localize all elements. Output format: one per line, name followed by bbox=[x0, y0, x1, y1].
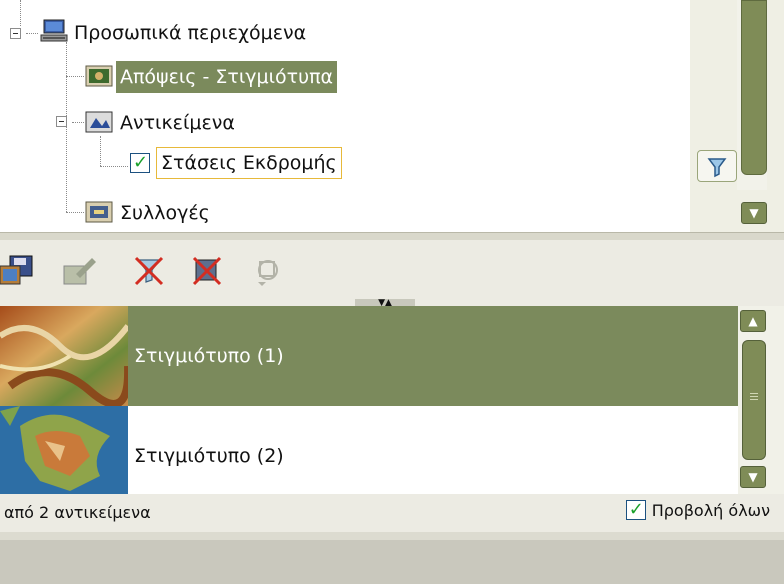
list-scrollbar-thumb[interactable] bbox=[742, 340, 766, 460]
tree-scroll-down-button[interactable]: ▼ bbox=[741, 202, 767, 224]
tree-line bbox=[66, 76, 84, 77]
folder-collections-icon bbox=[84, 198, 116, 229]
computer-icon bbox=[40, 18, 70, 49]
tree-item-label: Αντικείμενα bbox=[120, 112, 235, 134]
snapshot-thumbnail bbox=[0, 406, 128, 506]
tree-line bbox=[100, 166, 128, 167]
tree-item-objects[interactable]: Αντικείμενα bbox=[84, 106, 239, 140]
trip-stops-checkbox[interactable]: ✓ bbox=[130, 153, 150, 173]
delete-snapshot-icon[interactable] bbox=[190, 254, 226, 288]
tree-item-views-snapshots[interactable]: Απόψεις - Στιγμιότυπα bbox=[84, 60, 338, 94]
tree-item-label: Συλλογές bbox=[120, 202, 210, 224]
tree-item-personal-content[interactable]: Προσωπικά περιεχόμενα bbox=[40, 16, 310, 50]
list-scrollbar[interactable]: ▲ ▼ bbox=[738, 306, 784, 494]
folder-views-icon bbox=[84, 62, 116, 93]
bottom-strip bbox=[0, 540, 784, 584]
layers-icon[interactable] bbox=[252, 254, 288, 288]
tree-scrollbar-thumb[interactable] bbox=[741, 0, 767, 175]
tree-panel: Προσωπικά περιεχόμενα Απόψεις - Στιγμιότ… bbox=[0, 0, 690, 232]
tree-line bbox=[100, 136, 101, 166]
tree-line bbox=[26, 33, 38, 34]
snapshot-thumbnail bbox=[0, 306, 133, 408]
edit-snapshot-icon[interactable] bbox=[62, 254, 98, 288]
list-item[interactable]: Στιγμιότυπο (1) bbox=[0, 306, 738, 408]
show-all-label: Προβολή όλων bbox=[651, 500, 770, 520]
remove-filter-icon[interactable] bbox=[132, 254, 168, 288]
tree-line bbox=[66, 42, 67, 212]
tree-item-trip-stops[interactable]: ✓ Στάσεις Εκδρομής bbox=[130, 146, 342, 180]
item-count-text: από 2 αντικείμενα bbox=[4, 503, 151, 522]
tree-line bbox=[72, 122, 84, 123]
tree-item-collections[interactable]: Συλλογές bbox=[84, 196, 214, 230]
list-item[interactable]: Στιγμιότυπο (2) bbox=[0, 406, 738, 506]
tree-item-label: Στάσεις Εκδρομής bbox=[156, 147, 342, 179]
list-scroll-up-button[interactable]: ▲ bbox=[740, 310, 766, 332]
list-item-label: Στιγμιότυπο (2) bbox=[134, 445, 284, 467]
toolbar bbox=[0, 240, 784, 306]
filter-icon bbox=[707, 158, 727, 178]
status-bar: από 2 αντικείμενα ✓ Προβολή όλων bbox=[0, 494, 784, 533]
list-scroll-down-button[interactable]: ▼ bbox=[740, 466, 766, 488]
show-all-toggle[interactable]: ✓ Προβολή όλων bbox=[625, 500, 770, 520]
collapse-toggle[interactable] bbox=[56, 116, 67, 127]
tree-item-label: Προσωπικά περιεχόμενα bbox=[74, 22, 307, 44]
tree-item-label: Απόψεις - Στιγμιότυπα bbox=[116, 61, 338, 93]
snapshot-list: Στιγμιότυπο (1) Στιγμιότυπο (2) bbox=[0, 306, 738, 496]
folder-objects-icon bbox=[84, 108, 116, 139]
tree-line bbox=[20, 0, 21, 26]
filter-button[interactable] bbox=[697, 150, 737, 182]
collapse-toggle[interactable] bbox=[10, 28, 21, 39]
show-all-checkbox[interactable]: ✓ bbox=[625, 500, 646, 520]
tree-line bbox=[66, 212, 84, 213]
save-snapshot-icon[interactable] bbox=[0, 254, 36, 288]
list-item-label: Στιγμιότυπο (1) bbox=[134, 345, 284, 367]
